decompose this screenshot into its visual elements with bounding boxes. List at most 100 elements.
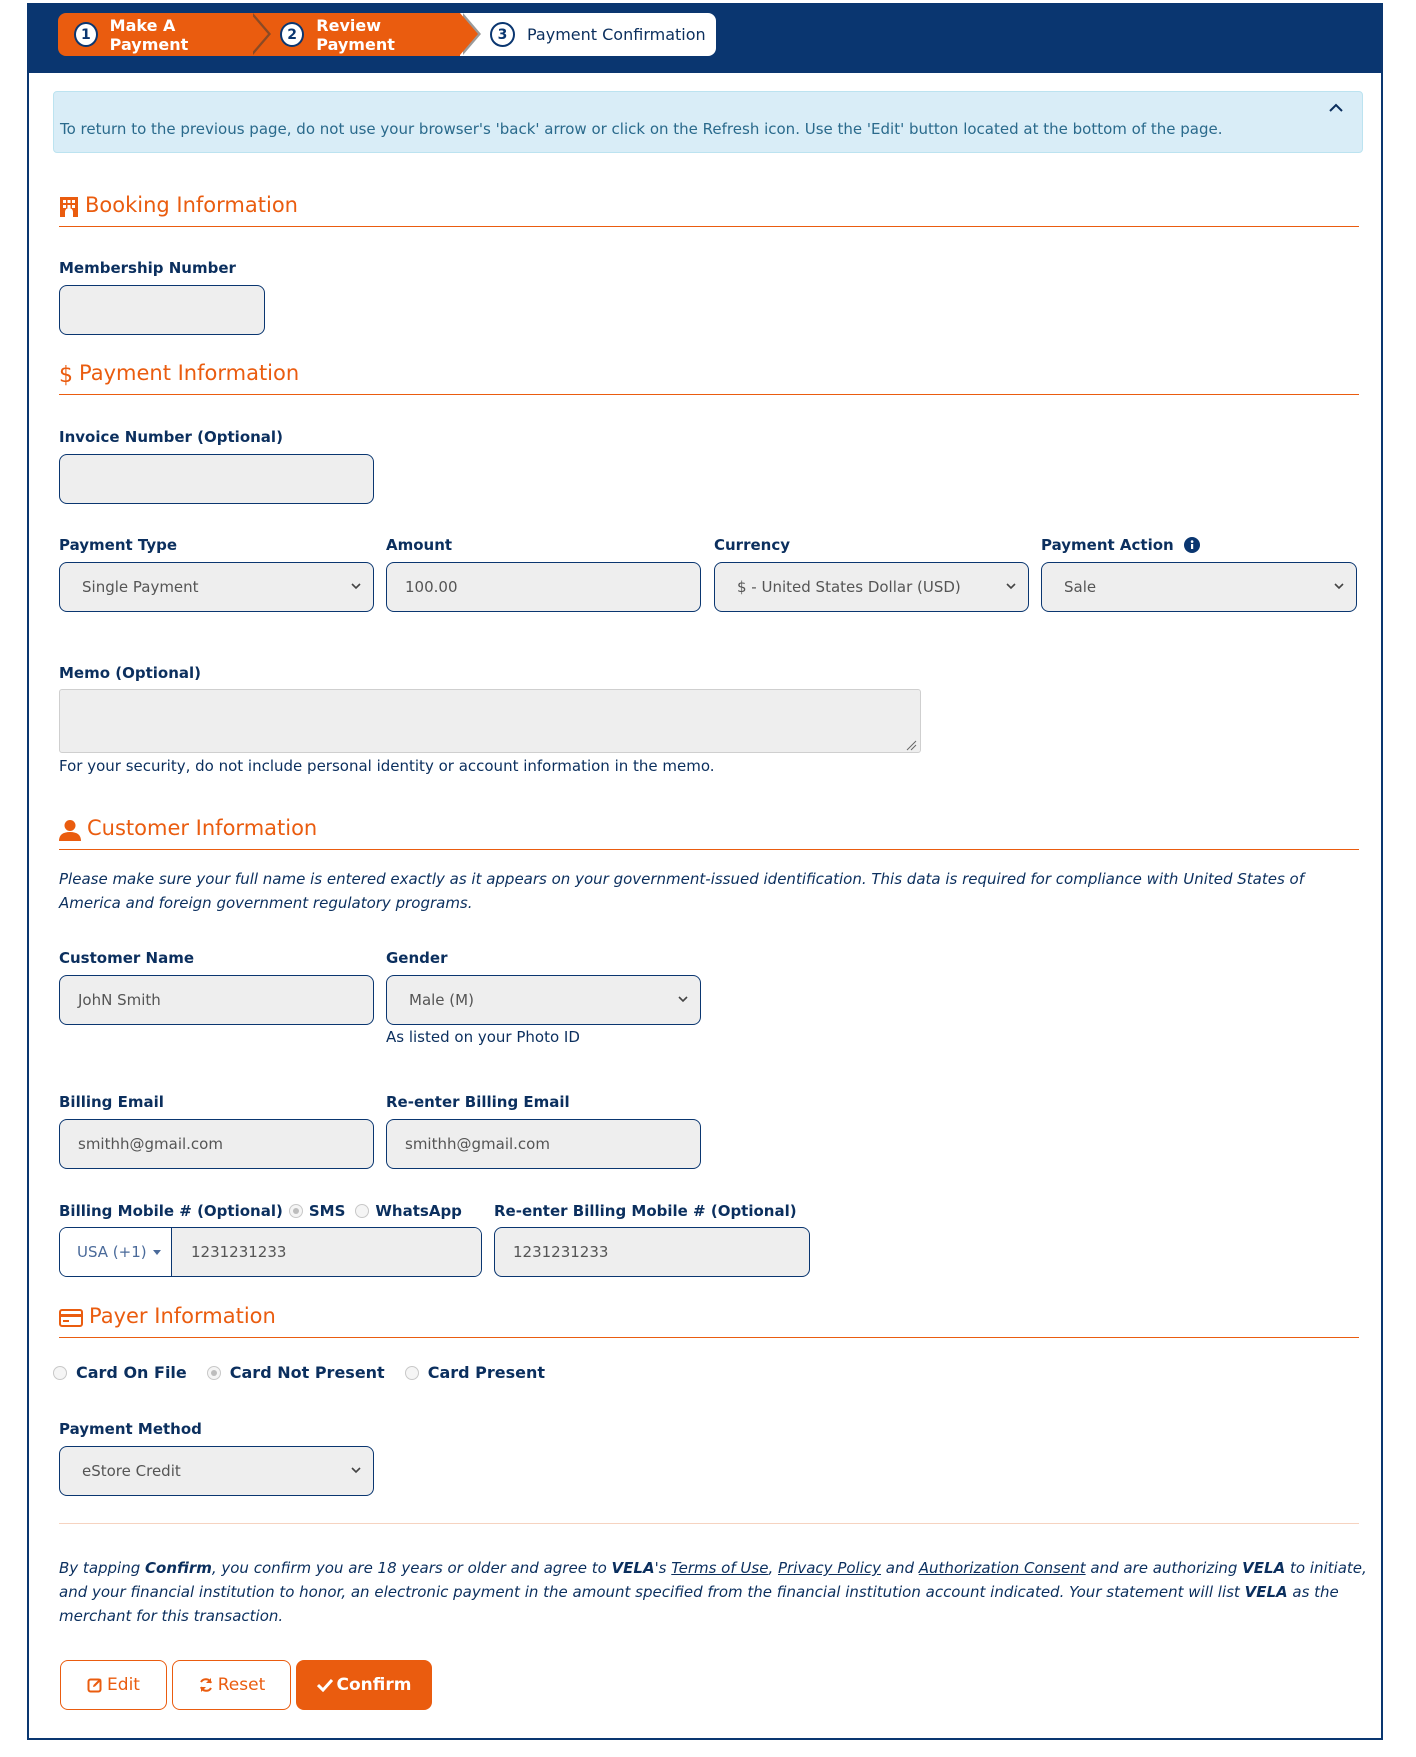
- edit-icon: [87, 1677, 103, 1693]
- card-on-file-label: Card On File: [76, 1363, 187, 1382]
- dollar-icon: $: [59, 362, 73, 388]
- chevron-down-icon: [1334, 583, 1344, 590]
- sms-label: SMS: [308, 1202, 346, 1220]
- membership-number-input[interactable]: [59, 285, 265, 335]
- privacy-policy-link[interactable]: Privacy Policy: [778, 1559, 881, 1577]
- edit-label: Edit: [107, 1675, 140, 1695]
- customer-name-note: Please make sure your full name is enter…: [59, 870, 1305, 912]
- invoice-number-label: Invoice Number (Optional): [59, 428, 283, 446]
- reenter-email-label: Re-enter Billing Email: [386, 1093, 570, 1111]
- step-number: 2: [280, 22, 305, 47]
- payment-method-label: Payment Method: [59, 1420, 202, 1438]
- divider: [59, 1523, 1359, 1524]
- gender-value: Male (M): [409, 991, 474, 1009]
- section-title-text: Payer Information: [89, 1304, 276, 1328]
- membership-number-label: Membership Number: [59, 259, 236, 277]
- consent-text: By tapping Confirm, you confirm you are …: [59, 1559, 1367, 1625]
- section-title-text: Booking Information: [85, 193, 298, 217]
- payment-action-label: Payment Action: [1041, 536, 1174, 554]
- terms-of-use-link[interactable]: Terms of Use: [671, 1559, 768, 1577]
- customer-name-input[interactable]: JohN Smith: [59, 975, 374, 1025]
- section-title-text: Payment Information: [79, 361, 300, 385]
- card-on-file-radio[interactable]: [53, 1365, 67, 1380]
- gender-label: Gender: [386, 949, 448, 967]
- section-booking-information: Booking Information: [59, 193, 1359, 227]
- step-make-payment[interactable]: 1 Make A Payment: [58, 13, 271, 56]
- caret-down-icon: [152, 1250, 161, 1255]
- currency-label: Currency: [714, 536, 791, 554]
- info-alert: To return to the previous page, do not u…: [53, 91, 1363, 153]
- confirm-label: Confirm: [336, 1675, 412, 1695]
- card-presence-radio-group: Card On File Card Not Present Card Prese…: [53, 1363, 545, 1382]
- confirm-button[interactable]: Confirm: [296, 1660, 432, 1710]
- billing-email-input[interactable]: smithh@gmail.com: [59, 1119, 374, 1169]
- chevron-up-icon[interactable]: [1328, 98, 1344, 119]
- customer-name-label: Customer Name: [59, 949, 194, 967]
- chevron-down-icon: [1006, 583, 1016, 590]
- resize-handle-icon[interactable]: [905, 739, 917, 751]
- memo-label: Memo (Optional): [59, 664, 202, 682]
- billing-mobile-label-group: Billing Mobile # (Optional) SMS WhatsApp: [59, 1202, 462, 1220]
- refresh-icon: [198, 1677, 214, 1693]
- billing-mobile-label: Billing Mobile # (Optional): [59, 1202, 283, 1220]
- payment-action-value: Sale: [1064, 578, 1097, 596]
- step-number: 3: [490, 22, 515, 47]
- amount-label: Amount: [386, 536, 453, 554]
- country-code-value: USA (+1): [77, 1243, 147, 1261]
- step-label: Make A Payment: [109, 15, 189, 54]
- gender-help-text: As listed on your Photo ID: [386, 1028, 580, 1046]
- payment-type-select[interactable]: Single Payment: [59, 562, 374, 612]
- card-present-label: Card Present: [427, 1363, 546, 1382]
- payment-type-label: Payment Type: [59, 536, 178, 554]
- section-payer-information: Payer Information: [59, 1304, 1359, 1338]
- progress-stepper: 1 Make A Payment 2 Review Payment 3 Paym…: [58, 13, 716, 56]
- billing-email-label: Billing Email: [59, 1093, 164, 1111]
- check-icon: [316, 1678, 333, 1692]
- edit-button[interactable]: Edit: [60, 1660, 167, 1710]
- step-label: Review Payment: [316, 15, 395, 54]
- reset-label: Reset: [217, 1675, 266, 1695]
- gender-select[interactable]: Male (M): [386, 975, 701, 1025]
- currency-select[interactable]: $ - United States Dollar (USD): [714, 562, 1029, 612]
- payment-method-value: eStore Credit: [82, 1462, 181, 1480]
- payment-action-select[interactable]: Sale: [1041, 562, 1357, 612]
- section-payment-information: $ Payment Information: [59, 361, 1359, 395]
- whatsapp-label: WhatsApp: [375, 1202, 462, 1220]
- credit-card-icon: [59, 1304, 83, 1332]
- step-review-payment[interactable]: 2 Review Payment: [250, 13, 481, 56]
- chevron-down-icon: [351, 1467, 361, 1474]
- reset-button[interactable]: Reset: [172, 1660, 291, 1710]
- payment-type-value: Single Payment: [82, 578, 199, 596]
- step-payment-confirmation[interactable]: 3 Payment Confirmation: [460, 13, 716, 56]
- building-icon: [59, 193, 79, 221]
- user-icon: [59, 816, 81, 844]
- step-number: 1: [74, 22, 98, 47]
- amount-input[interactable]: 100.00: [386, 562, 701, 612]
- step-label: Payment Confirmation: [527, 25, 706, 44]
- payment-method-select[interactable]: eStore Credit: [59, 1446, 374, 1496]
- currency-value: $ - United States Dollar (USD): [737, 578, 961, 596]
- card-not-present-label: Card Not Present: [229, 1363, 385, 1382]
- chevron-down-icon: [678, 996, 688, 1003]
- country-code-dropdown[interactable]: USA (+1): [60, 1228, 172, 1276]
- memo-help-text: For your security, do not include person…: [59, 757, 715, 775]
- sms-radio[interactable]: [288, 1204, 303, 1218]
- billing-mobile-input[interactable]: 1231231233: [172, 1228, 481, 1276]
- card-not-present-radio[interactable]: [206, 1365, 221, 1380]
- whatsapp-radio[interactable]: [355, 1204, 370, 1218]
- invoice-number-input[interactable]: [59, 454, 374, 504]
- chevron-down-icon: [351, 583, 361, 590]
- payment-action-label-group: Payment Action: [1041, 536, 1200, 554]
- reenter-email-input[interactable]: smithh@gmail.com: [386, 1119, 701, 1169]
- reenter-mobile-label: Re-enter Billing Mobile # (Optional): [494, 1202, 797, 1220]
- card-present-radio[interactable]: [404, 1365, 419, 1380]
- authorization-consent-link[interactable]: Authorization Consent: [919, 1559, 1086, 1577]
- payment-form-container: 1 Make A Payment 2 Review Payment 3 Paym…: [27, 3, 1383, 1740]
- reenter-mobile-input[interactable]: 1231231233: [494, 1227, 810, 1277]
- alert-text: To return to the previous page, do not u…: [60, 120, 1223, 138]
- memo-textarea[interactable]: [59, 689, 921, 753]
- header-bar: 1 Make A Payment 2 Review Payment 3 Paym…: [27, 3, 1383, 73]
- section-title-text: Customer Information: [87, 816, 318, 840]
- section-customer-information: Customer Information: [59, 816, 1359, 850]
- info-icon[interactable]: [1183, 537, 1200, 553]
